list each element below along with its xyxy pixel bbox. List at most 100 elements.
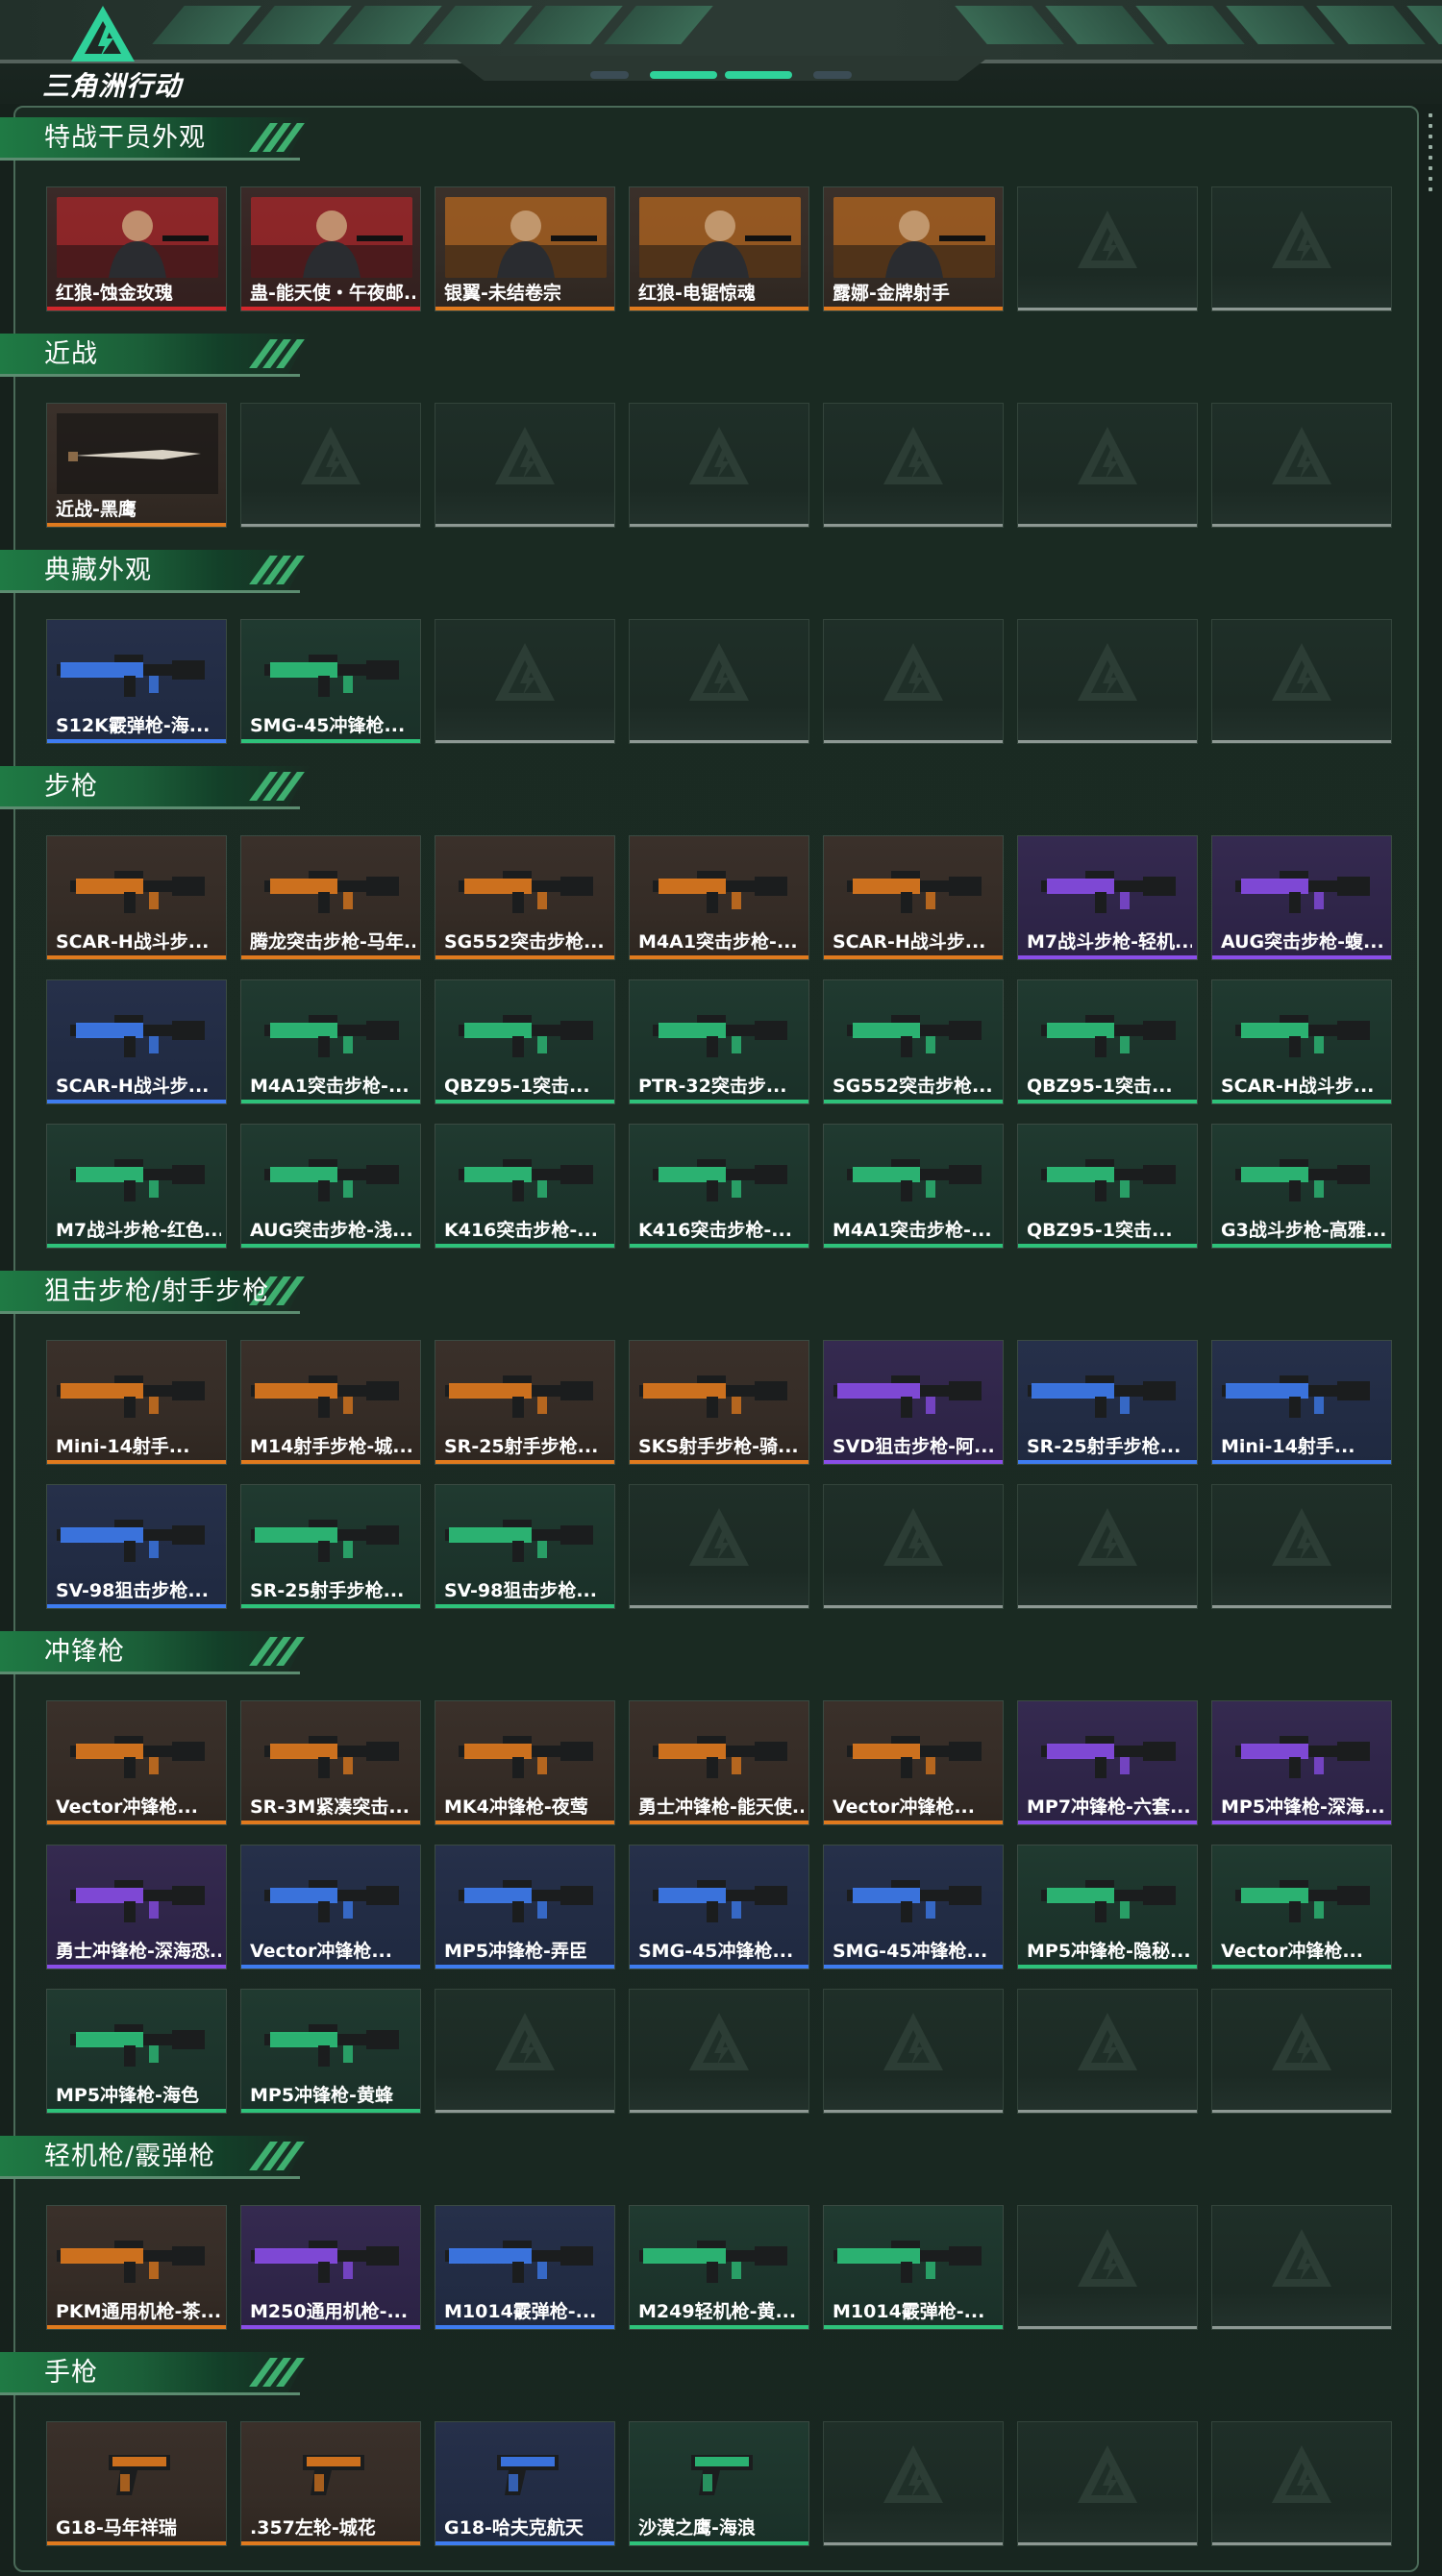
item-card[interactable]: SVD狙击步枪-阿... bbox=[823, 1340, 1004, 1465]
item-card[interactable]: SKS射手步枪-骑... bbox=[629, 1340, 809, 1465]
item-card[interactable]: 红狼-电锯惊魂 bbox=[629, 186, 809, 311]
item-card[interactable]: S12K霰弹枪-海... bbox=[46, 619, 227, 744]
item-card[interactable]: K416突击步枪-... bbox=[435, 1124, 615, 1249]
item-card[interactable]: 勇士冲锋枪-深海恐... bbox=[46, 1845, 227, 1969]
item-card[interactable]: G18-哈夫克航天 bbox=[435, 2421, 615, 2546]
smg-skin-image bbox=[653, 1736, 787, 1778]
item-card[interactable]: Mini-14射手... bbox=[46, 1340, 227, 1465]
section-underline bbox=[0, 2392, 300, 2395]
rarity-bar bbox=[630, 955, 808, 959]
rifle-skin-image bbox=[847, 1015, 982, 1057]
item-card[interactable]: Vector冲锋枪... bbox=[1211, 1845, 1392, 1969]
item-card[interactable]: SR-25射手步枪... bbox=[1017, 1340, 1198, 1465]
item-name: PTR-32突击步... bbox=[638, 1076, 787, 1097]
smg-skin-image bbox=[70, 1880, 205, 1922]
rarity-bar bbox=[824, 1100, 1003, 1103]
item-card[interactable]: M250通用机枪-... bbox=[240, 2205, 421, 2330]
item-card[interactable]: SMG-45冲锋枪... bbox=[823, 1845, 1004, 1969]
section-underline bbox=[0, 2176, 300, 2179]
item-card[interactable]: MK4冲锋枪-夜莺 bbox=[435, 1700, 615, 1825]
empty-slot bbox=[823, 619, 1004, 744]
item-card[interactable]: 沙漠之鹰-海浪 bbox=[629, 2421, 809, 2546]
item-card[interactable]: SCAR-H战斗步... bbox=[823, 835, 1004, 960]
rarity-bar bbox=[47, 955, 226, 959]
item-card[interactable]: 红狼-蚀金玫瑰 bbox=[46, 186, 227, 311]
item-name: SVD狙击步枪-阿... bbox=[833, 1436, 995, 1457]
item-card[interactable]: SMG-45冲锋枪... bbox=[240, 619, 421, 744]
item-card[interactable]: M4A1突击步枪-... bbox=[629, 835, 809, 960]
rarity-bar bbox=[630, 2325, 808, 2329]
item-card[interactable]: SG552突击步枪... bbox=[435, 835, 615, 960]
item-card[interactable]: G3战斗步枪-高雅... bbox=[1211, 1124, 1392, 1249]
item-card[interactable]: QBZ95-1突击... bbox=[1017, 979, 1198, 1104]
item-card[interactable]: M1014霰弹枪-... bbox=[435, 2205, 615, 2330]
rarity-bar bbox=[1212, 1100, 1391, 1103]
item-card[interactable]: PTR-32突击步... bbox=[629, 979, 809, 1104]
item-card[interactable]: SG552突击步枪... bbox=[823, 979, 1004, 1104]
rifle-skin-image bbox=[847, 1159, 982, 1201]
item-card[interactable]: QBZ95-1突击... bbox=[435, 979, 615, 1104]
item-card[interactable]: 露娜-金牌射手 bbox=[823, 186, 1004, 311]
item-name: .357左轮-城花 bbox=[250, 2517, 376, 2539]
item-card[interactable]: MP5冲锋枪-深海... bbox=[1211, 1700, 1392, 1825]
pistol-skin-image bbox=[109, 2455, 170, 2495]
item-card[interactable]: M7战斗步枪-红色... bbox=[46, 1124, 227, 1249]
item-card[interactable]: M7战斗步枪-轻机... bbox=[1017, 835, 1198, 960]
item-card[interactable]: 近战-黑鹰 bbox=[46, 403, 227, 528]
empty-slot bbox=[823, 2421, 1004, 2546]
item-card[interactable]: 勇士冲锋枪-能天使... bbox=[629, 1700, 809, 1825]
item-card[interactable]: Vector冲锋枪... bbox=[823, 1700, 1004, 1825]
rarity-bar bbox=[630, 307, 808, 310]
empty-slot bbox=[1211, 403, 1392, 528]
item-card[interactable]: M4A1突击步枪-... bbox=[823, 1124, 1004, 1249]
item-card[interactable]: QBZ95-1突击... bbox=[1017, 1124, 1198, 1249]
item-card[interactable]: SV-98狙击步枪... bbox=[435, 1484, 615, 1609]
item-name: M4A1突击步枪-... bbox=[833, 1220, 992, 1241]
item-card[interactable]: M14射手步枪-城... bbox=[240, 1340, 421, 1465]
item-card[interactable]: PKM通用机枪-茶... bbox=[46, 2205, 227, 2330]
item-card[interactable]: .357左轮-城花 bbox=[240, 2421, 421, 2546]
section-underline bbox=[0, 1311, 300, 1314]
item-card[interactable]: MP5冲锋枪-隐秘... bbox=[1017, 1845, 1198, 1969]
placeholder-logo-icon bbox=[883, 1508, 943, 1566]
item-name: QBZ95-1突击... bbox=[444, 1076, 590, 1097]
rarity-bar bbox=[435, 2110, 614, 2113]
item-card[interactable]: MP5冲锋枪-黄蜂 bbox=[240, 1989, 421, 2114]
item-card[interactable]: Vector冲锋枪... bbox=[46, 1700, 227, 1825]
item-card[interactable]: Mini-14射手... bbox=[1211, 1340, 1392, 1465]
item-card[interactable]: M1014霰弹枪-... bbox=[823, 2205, 1004, 2330]
sniper-skin-image bbox=[639, 1375, 787, 1418]
scrollbar[interactable] bbox=[1429, 113, 1434, 198]
item-card[interactable]: SR-25射手步枪... bbox=[435, 1340, 615, 1465]
item-card[interactable]: 银翼-未结卷宗 bbox=[435, 186, 615, 311]
rarity-bar bbox=[241, 2325, 420, 2329]
rarity-bar bbox=[824, 524, 1003, 527]
item-card[interactable]: 蛊-能天使・午夜邮... bbox=[240, 186, 421, 311]
item-card[interactable]: 腾龙突击步枪-马年... bbox=[240, 835, 421, 960]
smg-skin-image bbox=[847, 1880, 982, 1922]
placeholder-logo-icon bbox=[1272, 1508, 1331, 1566]
item-card[interactable]: SR-3M紧凑突击... bbox=[240, 1700, 421, 1825]
item-card[interactable]: MP5冲锋枪-海色 bbox=[46, 1989, 227, 2114]
item-card[interactable]: SCAR-H战斗步... bbox=[46, 835, 227, 960]
item-card[interactable]: AUG突击步枪-浅... bbox=[240, 1124, 421, 1249]
item-card[interactable]: M4A1突击步枪-... bbox=[240, 979, 421, 1104]
rarity-bar bbox=[241, 955, 420, 959]
item-card[interactable]: MP7冲锋枪-六套... bbox=[1017, 1700, 1198, 1825]
header-stripes-right bbox=[955, 6, 1442, 44]
item-card[interactable]: SV-98狙击步枪... bbox=[46, 1484, 227, 1609]
item-card[interactable]: MP5冲锋枪-弄臣 bbox=[435, 1845, 615, 1969]
item-name: K416突击步枪-... bbox=[638, 1220, 792, 1241]
item-card[interactable]: K416突击步枪-... bbox=[629, 1124, 809, 1249]
item-card[interactable]: M249轻机枪-黄... bbox=[629, 2205, 809, 2330]
item-card[interactable]: SMG-45冲锋枪... bbox=[629, 1845, 809, 1969]
item-card[interactable]: SR-25射手步枪... bbox=[240, 1484, 421, 1609]
item-card[interactable]: G18-马年祥瑞 bbox=[46, 2421, 227, 2546]
rifle-skin-image bbox=[70, 1015, 205, 1057]
item-card[interactable]: SCAR-H战斗步... bbox=[46, 979, 227, 1104]
item-card[interactable]: Vector冲锋枪... bbox=[240, 1845, 421, 1969]
item-card[interactable]: AUG突击步枪-蝮... bbox=[1211, 835, 1392, 960]
item-name: MP5冲锋枪-隐秘... bbox=[1027, 1941, 1191, 1962]
smg-skin-image bbox=[264, 655, 399, 697]
item-card[interactable]: SCAR-H战斗步... bbox=[1211, 979, 1392, 1104]
